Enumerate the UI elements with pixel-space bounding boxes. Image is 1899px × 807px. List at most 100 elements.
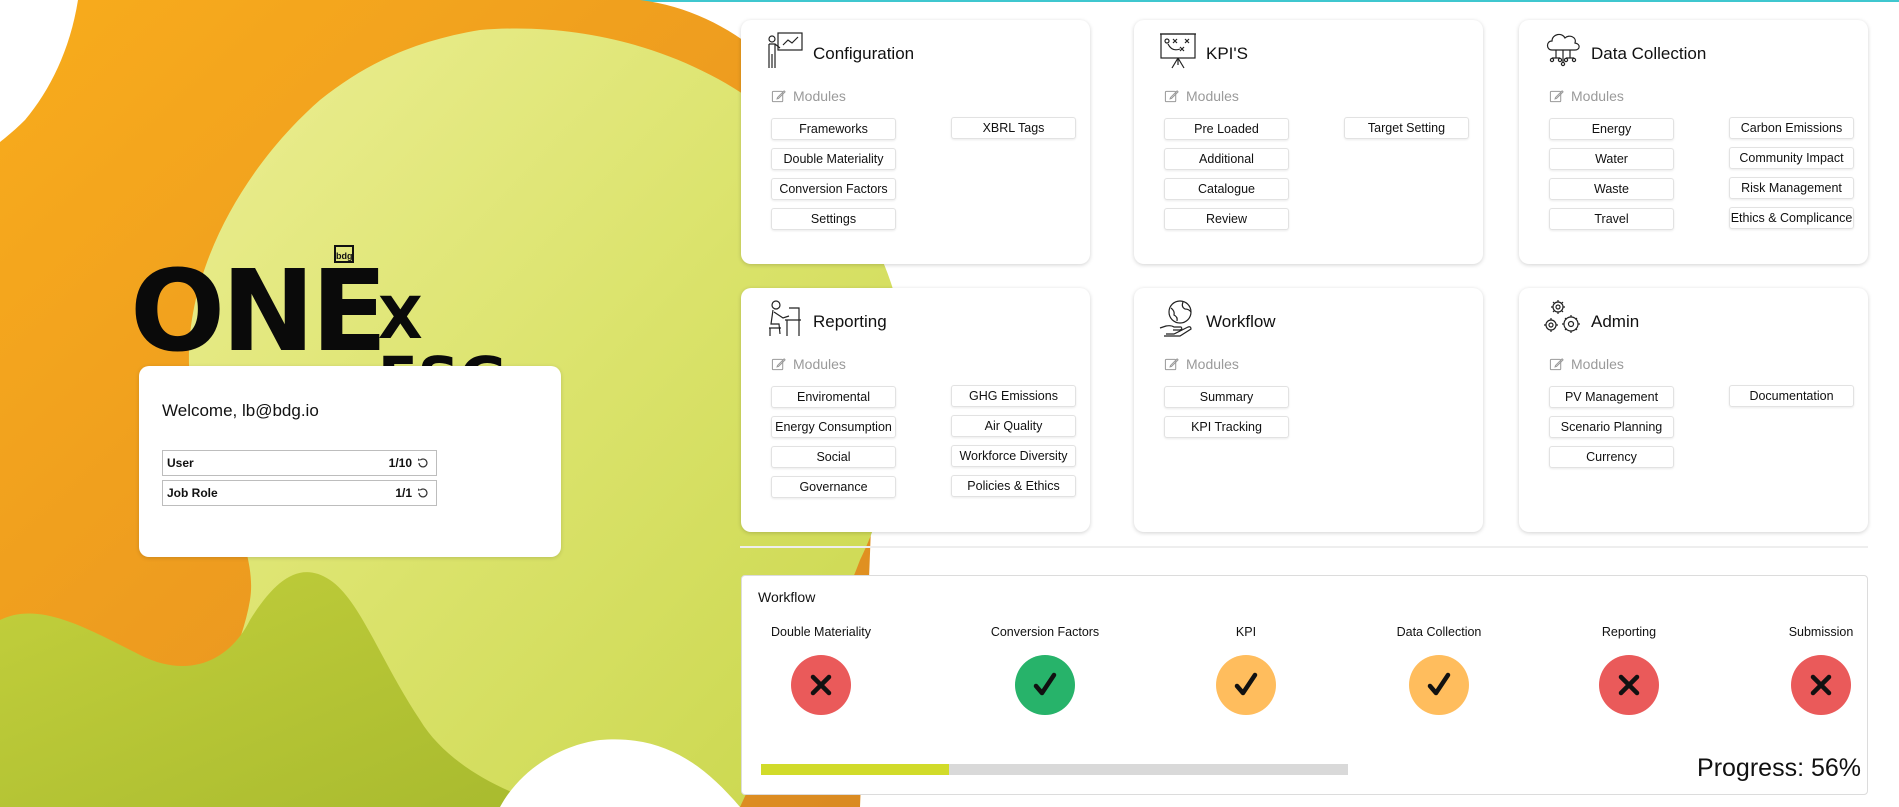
brand-name: ONE (130, 247, 387, 377)
refresh-icon[interactable] (416, 456, 430, 470)
modules-label: Modules (1186, 356, 1239, 372)
module-review-button[interactable]: Review (1164, 208, 1289, 230)
check-mark-icon (1427, 672, 1451, 696)
refresh-icon[interactable] (416, 486, 430, 500)
workflow-step-kpi[interactable]: KPI (1166, 625, 1326, 715)
card-title: Reporting (813, 312, 887, 331)
workflow-status-indicator (1409, 655, 1469, 715)
module-workforce-diversity-button[interactable]: Workforce Diversity (951, 445, 1076, 467)
edit-icon (1549, 89, 1571, 104)
workflow-step-submission[interactable]: Submission (1741, 625, 1899, 715)
module-frameworks-button[interactable]: Frameworks (771, 118, 896, 140)
workflow-step-label: Conversion Factors (990, 625, 1100, 639)
modules-label: Modules (793, 88, 846, 104)
card-title: KPI'S (1206, 44, 1248, 63)
module-double-materiality-button[interactable]: Double Materiality (771, 148, 896, 170)
module-documentation-button[interactable]: Documentation (1729, 385, 1854, 407)
workflow-step-double-materiality[interactable]: Double Materiality (741, 625, 901, 715)
module-carbon-emissions-button[interactable]: Carbon Emissions (1729, 117, 1854, 139)
modules-label: Modules (1571, 356, 1624, 372)
workflow-status-indicator (1015, 655, 1075, 715)
module-risk-management-button[interactable]: Risk Management (1729, 177, 1854, 199)
workflow-step-data-collection[interactable]: Data Collection (1359, 625, 1519, 715)
module-summary-button[interactable]: Summary (1164, 386, 1289, 408)
welcome-text: Welcome, lb@bdg.io (162, 401, 319, 420)
presentation-icon (765, 30, 805, 70)
workflow-status-indicator (1791, 655, 1851, 715)
card-title: Data Collection (1591, 44, 1707, 63)
progress-bar (761, 764, 1348, 775)
module-xbrl-tags-button[interactable]: XBRL Tags (951, 117, 1076, 139)
module-kpi-tracking-button[interactable]: KPI Tracking (1164, 416, 1289, 438)
progress-bar-fill (761, 764, 949, 775)
module-settings-button[interactable]: Settings (771, 208, 896, 230)
x-mark-icon (810, 674, 832, 696)
module-pv-management-button[interactable]: PV Management (1549, 386, 1674, 408)
module-currency-button[interactable]: Currency (1549, 446, 1674, 468)
modules-heading: Modules (1164, 356, 1239, 372)
module-energy-button[interactable]: Energy (1549, 118, 1674, 140)
workflow-step-label: Double Materiality (770, 625, 872, 639)
module-catalogue-button[interactable]: Catalogue (1164, 178, 1289, 200)
workflow-status-indicator (1216, 655, 1276, 715)
brand-badge: bdg (334, 245, 354, 263)
card-reporting: Reporting Modules Enviromental Energy Con… (741, 288, 1090, 532)
module-governance-button[interactable]: Governance (771, 476, 896, 498)
module-ethics-and-complicance-button[interactable]: Ethics & Complicance (1729, 207, 1854, 229)
card-data-collection: Data Collection Modules Energy Water Waste… (1519, 20, 1868, 264)
modules-heading: Modules (1549, 356, 1624, 372)
module-energy-consumption-button[interactable]: Energy Consumption (771, 416, 896, 438)
check-mark-icon (1234, 672, 1258, 696)
job-role-limit-label: Job Role (167, 486, 218, 500)
x-mark-icon (1810, 674, 1832, 696)
globe-hand-icon (1158, 298, 1198, 338)
card-workflow: Workflow Modules Summary KPI Tracking (1134, 288, 1483, 532)
workflow-step-reporting[interactable]: Reporting (1549, 625, 1709, 715)
module-enviromental-button[interactable]: Enviromental (771, 386, 896, 408)
workflow-step-label: Reporting (1601, 625, 1657, 639)
workflow-panel: Workflow Double Materiality Conversion Fa… (741, 575, 1868, 795)
workflow-step-label: Submission (1788, 625, 1854, 639)
card-configuration: Configuration Modules Frameworks Double M… (741, 20, 1090, 264)
gears-icon (1543, 298, 1583, 338)
module-target-setting-button[interactable]: Target Setting (1344, 117, 1469, 139)
job-role-limit-row: Job Role 1/1 (162, 480, 437, 506)
job-role-limit-value: 1/1 (395, 486, 412, 500)
cloud-network-icon (1543, 30, 1583, 70)
module-ghg-emissions-button[interactable]: GHG Emissions (951, 385, 1076, 407)
modules-heading: Modules (1164, 88, 1239, 104)
edit-icon (771, 89, 793, 104)
module-travel-button[interactable]: Travel (1549, 208, 1674, 230)
card-kpis: KPI'S Modules Pre Loaded Additional Catalo… (1134, 20, 1483, 264)
module-community-impact-button[interactable]: Community Impact (1729, 147, 1854, 169)
module-scenario-planning-button[interactable]: Scenario Planning (1549, 416, 1674, 438)
module-water-button[interactable]: Water (1549, 148, 1674, 170)
modules-label: Modules (1186, 88, 1239, 104)
desk-worker-icon (765, 298, 805, 338)
x-mark-icon (1618, 674, 1640, 696)
workflow-step-conversion-factors[interactable]: Conversion Factors (965, 625, 1125, 715)
module-air-quality-button[interactable]: Air Quality (951, 415, 1076, 437)
module-conversion-factors-button[interactable]: Conversion Factors (771, 178, 896, 200)
workflow-status-indicator (1599, 655, 1659, 715)
modules-label: Modules (793, 356, 846, 372)
module-social-button[interactable]: Social (771, 446, 896, 468)
module-pre-loaded-button[interactable]: Pre Loaded (1164, 118, 1289, 140)
user-limit-value: 1/10 (388, 456, 412, 470)
module-waste-button[interactable]: Waste (1549, 178, 1674, 200)
progress-label: Progress: 56% (1697, 754, 1861, 782)
module-policies-and-ethics-button[interactable]: Policies & Ethics (951, 475, 1076, 497)
modules-heading: Modules (1549, 88, 1624, 104)
workflow-title: Workflow (758, 589, 816, 605)
card-title: Admin (1591, 312, 1640, 331)
edit-icon (1164, 89, 1186, 104)
workflow-status-indicator (791, 655, 851, 715)
user-limit-label: User (167, 456, 194, 470)
edit-icon (1164, 357, 1186, 372)
workflow-step-label: Data Collection (1396, 625, 1482, 639)
check-mark-icon (1033, 672, 1057, 696)
edit-icon (1549, 357, 1571, 372)
card-title: Configuration (813, 44, 915, 63)
card-admin: Admin Modules PV Management Scenario Plan… (1519, 288, 1868, 532)
module-additional-button[interactable]: Additional (1164, 148, 1289, 170)
